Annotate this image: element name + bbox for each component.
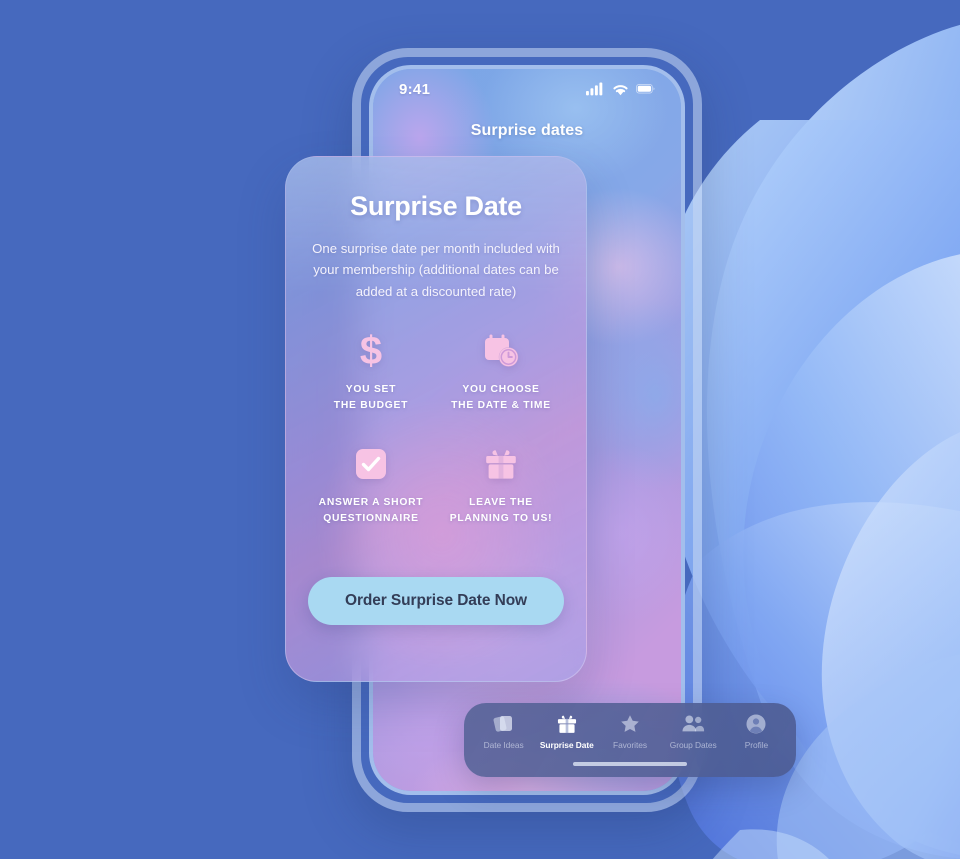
tab-label-favorites: Favorites xyxy=(613,740,647,750)
cards-stack-icon xyxy=(493,713,515,735)
tab-label-surprise-date: Surprise Date xyxy=(539,740,594,750)
cta-container: Order Surprise Date Now xyxy=(286,577,586,625)
calendar-clock-icon xyxy=(482,328,520,374)
bottom-tab-bar: Date Ideas Surprise Date Favorites Group… xyxy=(464,703,796,777)
order-surprise-date-button[interactable]: Order Surprise Date Now xyxy=(308,577,564,625)
feature-label-planning: LEAVE THE PLANNING TO US! xyxy=(449,496,553,524)
feature-item-questionnaire: ANSWER A SHORT QUESTIONNAIRE xyxy=(308,441,434,528)
tab-surprise-date[interactable]: Surprise Date xyxy=(535,713,598,750)
home-indicator[interactable] xyxy=(573,761,687,766)
tab-favorites[interactable]: Favorites xyxy=(598,713,661,750)
dollar-sign-icon: $ xyxy=(356,328,386,374)
feature-label-questionnaire: ANSWER A SHORT QUESTIONNAIRE xyxy=(318,496,424,524)
status-icons xyxy=(586,82,655,96)
person-circle-icon xyxy=(745,713,767,735)
gift-icon xyxy=(556,713,578,735)
checkbox-check-icon xyxy=(354,441,388,487)
star-icon xyxy=(619,713,641,735)
feature-label-datetime: YOU CHOOSE THE DATE & TIME xyxy=(451,384,551,412)
people-group-icon xyxy=(681,713,705,735)
tab-date-ideas[interactable]: Date Ideas xyxy=(472,713,535,750)
status-bar: 9:41 xyxy=(373,69,681,109)
feature-item-budget: $ YOU SET THE BUDGET xyxy=(308,328,434,415)
tab-label-profile: Profile xyxy=(744,740,769,750)
card-description: One surprise date per month included wit… xyxy=(312,241,560,299)
feature-item-datetime: YOU CHOOSE THE DATE & TIME xyxy=(438,328,564,415)
surprise-date-card: Surprise Date One surprise date per mont… xyxy=(285,156,587,682)
feature-label-budget: YOU SET THE BUDGET xyxy=(333,384,409,412)
page-title: Surprise dates xyxy=(470,122,584,139)
tab-label-date-ideas: Date Ideas xyxy=(483,740,524,750)
card-content: Surprise Date One surprise date per mont… xyxy=(286,157,586,527)
tab-profile[interactable]: Profile xyxy=(725,713,788,750)
wifi-icon xyxy=(613,85,628,96)
feature-grid: $ YOU SET THE BUDGET YOU CHOOSE THE DATE… xyxy=(308,328,564,527)
tab-group-dates[interactable]: Group Dates xyxy=(662,713,725,750)
feature-item-planning: LEAVE THE PLANNING TO US! xyxy=(438,441,564,528)
card-title: Surprise Date xyxy=(350,191,522,221)
tab-label-group-dates: Group Dates xyxy=(669,740,717,750)
status-time: 9:41 xyxy=(399,80,431,98)
svg-text:$: $ xyxy=(360,330,382,372)
battery-icon xyxy=(636,84,655,94)
cellular-signal-icon xyxy=(586,82,603,96)
gift-icon xyxy=(483,441,519,487)
